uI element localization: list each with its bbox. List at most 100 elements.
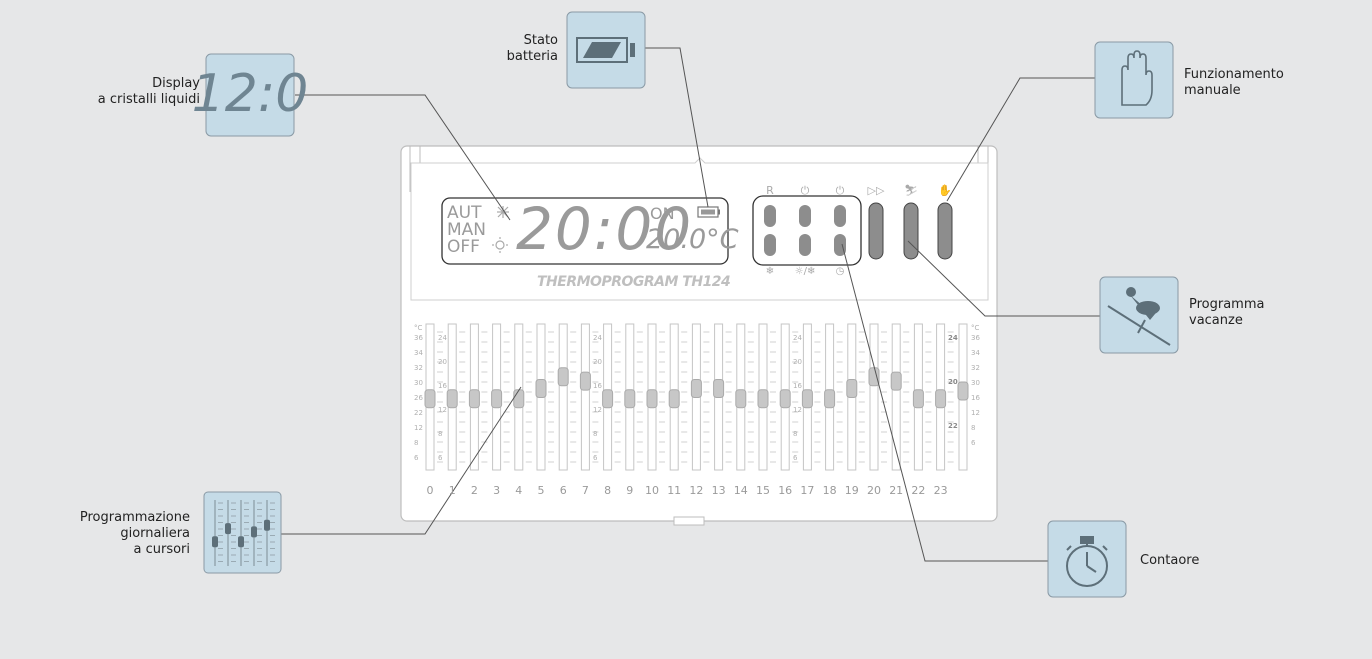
sliders-callout-label: Programmazione giornaliera a cursori [79,510,190,557]
sliders-callout-icon [203,491,282,574]
scale-mid-3-5: 6 [793,454,798,462]
hour-label: 20 [867,484,881,497]
slider-handle-16[interactable] [779,389,791,409]
hour-label: 17 [800,484,815,497]
button-symbol-bottom-2: ◷ [836,266,845,277]
scale-mid-1-1: 20 [438,358,447,366]
mini-handle-3 [251,526,257,538]
hour-label: 14 [733,484,748,497]
lcd-digits-icon: 12:0 [192,64,309,124]
scale-right-bold-0: 24 [948,334,958,342]
scale-mid-1-3: 12 [438,406,447,414]
slider-handle-3[interactable] [491,389,503,409]
slider-handle-21[interactable] [890,371,902,391]
slider-handle-15[interactable] [757,389,769,409]
slider-handle-manual[interactable] [957,381,969,401]
slider-handle-20[interactable] [868,367,880,387]
button-symbol-top-5: ✋ [938,184,952,197]
scale-left-4: 26 [414,394,423,402]
battery-callout-label: Stato batteria [506,33,558,64]
slider-handle-8[interactable] [602,389,614,409]
small-button-top-1[interactable] [799,205,811,227]
hour-label: 1 [448,484,456,497]
tall-button-1[interactable] [903,202,919,260]
hour-label: 6 [559,484,567,497]
slider-handle-19[interactable] [846,378,858,398]
hour-label: 16 [778,484,793,497]
hour-label: 9 [626,484,634,497]
hour-label: 18 [822,484,837,497]
hour-label: 2 [470,484,478,497]
hour-label: 7 [581,484,589,497]
scale-left-1: 34 [414,349,423,357]
slider-track-6 [558,323,568,471]
slider-handle-4[interactable] [513,389,525,409]
scale-unit-right: °C [971,324,980,332]
scale-left-6: 12 [414,424,423,432]
scale-right-7: 6 [971,439,976,447]
slider-handle-17[interactable] [801,389,813,409]
display-callout-icon: 12:0 [192,53,309,137]
button-symbol-bottom-1: ☼/❄ [795,266,816,277]
small-button-bottom-0[interactable] [764,234,776,256]
small-button-top-0[interactable] [764,205,776,227]
hour-label: 8 [604,484,612,497]
slider-handle-23[interactable] [935,389,947,409]
scale-mid-2-1: 20 [593,358,602,366]
hour-label: 4 [515,484,523,497]
hour-label: 23 [933,484,948,497]
lcd-battery-tip [718,209,720,215]
scale-left-3: 30 [414,379,423,387]
holiday-callout-label: Programma vacanze [1189,297,1265,328]
slider-handle-10[interactable] [646,389,658,409]
scale-mid-2-4: 8 [593,430,597,438]
model-name: THERMOPROGRAM TH124 [537,274,731,290]
tall-button-2[interactable] [937,202,953,260]
manual-callout-icon [1094,41,1174,119]
lcd-on-label: ON [650,204,675,223]
slider-handle-13[interactable] [713,378,725,398]
slider-handle-0[interactable] [424,389,436,409]
button-symbol-top-4: ⛷ [904,184,918,197]
slider-handle-22[interactable] [912,389,924,409]
scale-mid-3-0: 24 [793,334,802,342]
hour-label: 3 [493,484,501,497]
slider-handle-14[interactable] [735,389,747,409]
mini-handle-2 [238,536,244,548]
mini-handle-1 [225,523,231,535]
counter-callout-label: Contaore [1140,553,1200,568]
scale-left-7: 8 [414,439,418,447]
slider-handle-1[interactable] [446,389,458,409]
scale-mid-2-2: 16 [593,382,602,390]
slider-handle-11[interactable] [668,389,680,409]
display-callout-label: Display a cristalli liquidi [97,76,200,107]
scale-mid-1-5: 6 [438,454,443,462]
button-symbol-top-0: R [766,184,774,197]
counter-callout-icon [1047,520,1127,598]
small-button-top-2[interactable] [834,205,846,227]
slider-handle-12[interactable] [690,378,702,398]
slider-handle-2[interactable] [468,389,480,409]
scale-left-5: 22 [414,409,423,417]
hour-label: 21 [889,484,904,497]
button-symbol-top-3: ▷▷ [868,184,885,197]
hour-label: 13 [711,484,726,497]
bottom-clip [673,516,705,526]
slider-handle-9[interactable] [624,389,636,409]
tall-button-0[interactable] [868,202,884,260]
mini-handle-4 [264,519,270,531]
scale-mid-3-3: 12 [793,406,802,414]
slider-handle-18[interactable] [824,389,836,409]
scale-mid-1-4: 8 [438,430,442,438]
slider-handle-6[interactable] [557,367,569,387]
button-symbol-bottom-0: ❄ [766,266,774,277]
hour-label: 19 [844,484,859,497]
small-button-bottom-1[interactable] [799,234,811,256]
hour-label: 0 [426,484,434,497]
battery-callout-icon [566,11,646,89]
scale-left-2: 32 [414,364,423,372]
slider-handle-5[interactable] [535,378,547,398]
scale-unit-left: °C [414,324,423,332]
slider-track-20 [869,323,879,471]
slider-handle-7[interactable] [579,371,591,391]
